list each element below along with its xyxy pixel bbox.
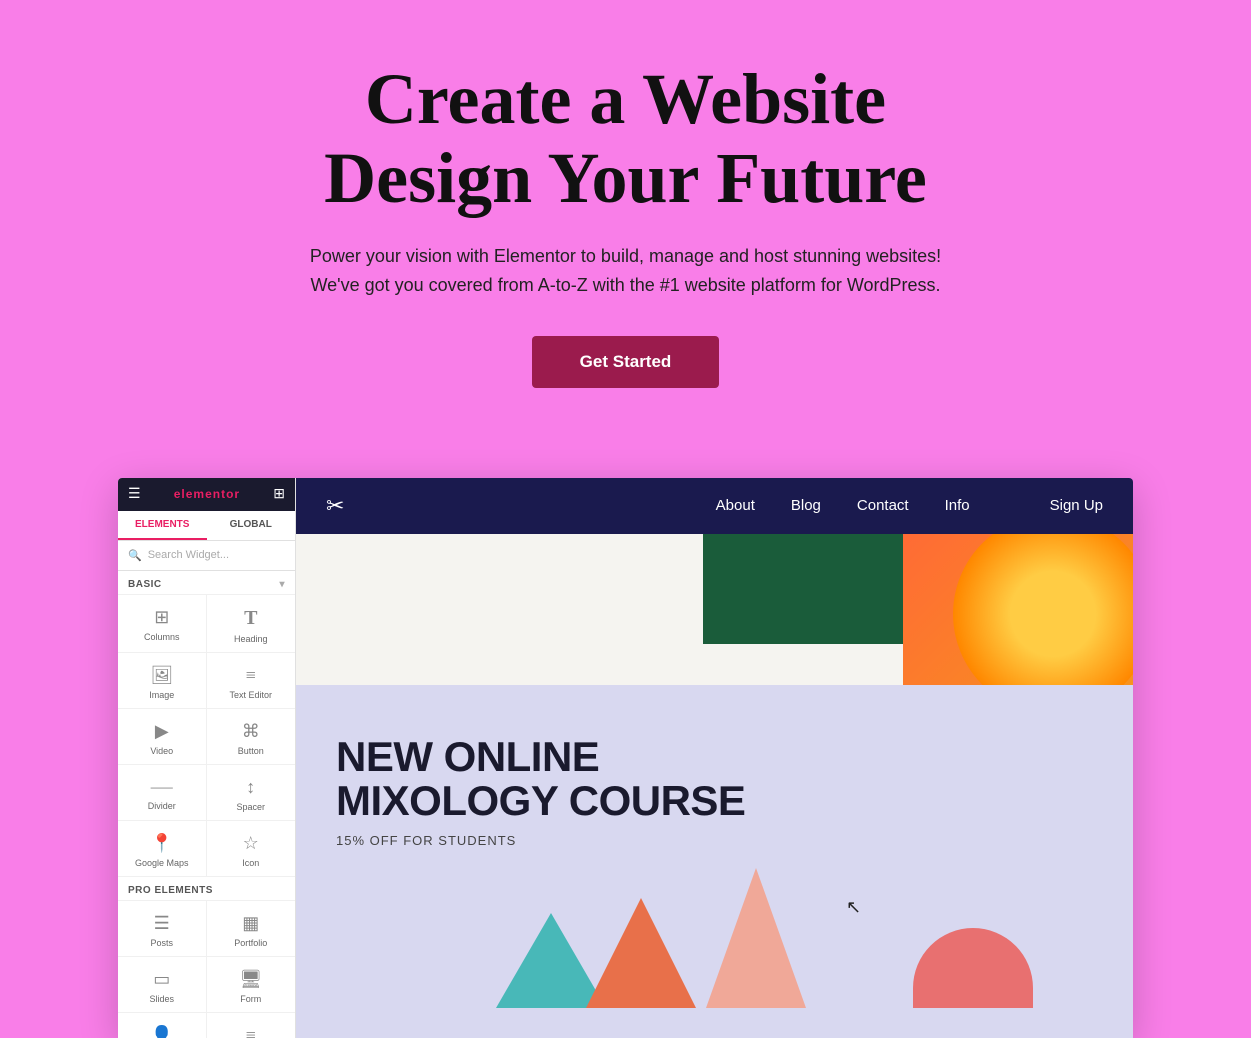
- editor-preview-wrapper: ☰ elementor ⊞ ELEMENTS GLOBAL 🔍 Search W…: [0, 478, 1251, 1038]
- widget-posts[interactable]: ☰ Posts: [118, 901, 207, 957]
- widget-button[interactable]: ⌘ Button: [207, 709, 296, 765]
- hero-title-line1: Create a Website: [365, 59, 886, 139]
- basic-section-label: BASIC ▾: [118, 571, 295, 595]
- widget-portfolio[interactable]: ▦ Portfolio: [207, 901, 296, 957]
- icon-icon: ☆: [243, 833, 259, 854]
- course-title-line2: MIXOLOGY COURSE: [336, 779, 1093, 823]
- columns-icon: ⊞: [154, 607, 169, 628]
- tab-global[interactable]: GLOBAL: [207, 511, 296, 540]
- widgets-grid: ⊞ Columns T Heading 🖼 Image ≡ Text Edito…: [118, 595, 295, 877]
- widget-spacer-label: Spacer: [236, 802, 265, 812]
- shape-teal: [496, 913, 606, 1008]
- shape-salmon: [706, 868, 806, 1008]
- hero-title-line2: Design Your Future: [324, 138, 927, 218]
- shapes-area: ↖: [336, 848, 1093, 1008]
- widget-button-label: Button: [238, 746, 264, 756]
- slides-icon: ▭: [153, 969, 170, 990]
- hero-orange-block: [903, 534, 1133, 685]
- widget-heading[interactable]: T Heading: [207, 595, 296, 653]
- nav-link-contact[interactable]: Contact: [857, 497, 909, 514]
- widget-columns[interactable]: ⊞ Columns: [118, 595, 207, 653]
- divider-icon: ⸺: [150, 777, 173, 797]
- hero-subtitle: Power your vision with Elementor to buil…: [276, 242, 976, 300]
- button-icon: ⌘: [242, 721, 260, 742]
- site-logo-icon: ✂: [326, 493, 344, 519]
- spacer-icon: ↕: [246, 777, 255, 798]
- widget-image[interactable]: 🖼 Image: [118, 653, 207, 709]
- hamburger-icon[interactable]: ☰: [128, 486, 141, 503]
- site-hero-area: [296, 534, 1133, 685]
- nav-link-blog[interactable]: Blog: [791, 497, 821, 514]
- widget-portfolio-label: Portfolio: [234, 938, 267, 948]
- course-title: NEW ONLINE MIXOLOGY COURSE: [336, 735, 1093, 823]
- grid-icon[interactable]: ⊞: [273, 486, 285, 503]
- hero-title: Create a Website Design Your Future: [20, 60, 1231, 218]
- widget-google-maps-label: Google Maps: [135, 858, 189, 868]
- portfolio-icon: ▦: [242, 913, 259, 934]
- widget-form-label: Form: [240, 994, 261, 1004]
- search-bar: 🔍 Search Widget...: [118, 541, 295, 571]
- search-icon: 🔍: [128, 549, 142, 562]
- widget-login[interactable]: 👤 Login: [118, 1013, 207, 1038]
- posts-icon: ☰: [154, 913, 170, 934]
- cursor-icon: ↖: [846, 897, 861, 918]
- nav-link-info[interactable]: Info: [945, 497, 970, 514]
- search-placeholder[interactable]: Search Widget...: [148, 549, 229, 561]
- site-nav-links: About Blog Contact Info: [716, 497, 970, 514]
- hero-green-block: [703, 534, 903, 644]
- pro-section-label: PRO ELEMENTS: [118, 877, 295, 901]
- elementor-logo: elementor: [174, 487, 240, 501]
- widget-icon[interactable]: ☆ Icon: [207, 821, 296, 877]
- widget-spacer[interactable]: ↕ Spacer: [207, 765, 296, 821]
- widget-video-label: Video: [150, 746, 173, 756]
- heading-icon: T: [244, 607, 257, 630]
- get-started-button[interactable]: Get Started: [532, 336, 720, 388]
- widget-posts-label: Posts: [150, 938, 173, 948]
- pro-widgets-grid: ☰ Posts ▦ Portfolio ▭ Slides 🖥 Form 👤: [118, 901, 295, 1038]
- shape-pink-mound: [913, 928, 1033, 1008]
- course-title-line1: NEW ONLINE: [336, 735, 1093, 779]
- nav-link-about[interactable]: About: [716, 497, 755, 514]
- nav-cta-signup[interactable]: Sign Up: [1050, 497, 1103, 514]
- widget-nav-menu[interactable]: ≡ Nav Menu: [207, 1013, 296, 1038]
- widget-divider-label: Divider: [148, 801, 176, 811]
- text-editor-icon: ≡: [246, 665, 256, 686]
- image-icon: 🖼: [150, 665, 173, 686]
- elementor-topbar: ☰ elementor ⊞: [118, 478, 295, 511]
- course-subtitle: 15% OFF FOR STUDENTS: [336, 833, 1093, 848]
- chevron-icon: ▾: [279, 579, 285, 590]
- site-navbar: ✂ About Blog Contact Info Sign Up: [296, 478, 1133, 534]
- widget-divider[interactable]: ⸺ Divider: [118, 765, 207, 821]
- widget-text-editor[interactable]: ≡ Text Editor: [207, 653, 296, 709]
- widget-image-label: Image: [149, 690, 174, 700]
- widget-slides-label: Slides: [149, 994, 174, 1004]
- widget-google-maps[interactable]: 📍 Google Maps: [118, 821, 207, 877]
- editor-preview: ☰ elementor ⊞ ELEMENTS GLOBAL 🔍 Search W…: [118, 478, 1133, 1038]
- widget-video[interactable]: ▶ Video: [118, 709, 207, 765]
- course-section: NEW ONLINE MIXOLOGY COURSE 15% OFF FOR S…: [296, 685, 1133, 1038]
- sidebar-tabs: ELEMENTS GLOBAL: [118, 511, 295, 541]
- video-icon: ▶: [155, 721, 169, 742]
- hero-right-area: [703, 534, 1133, 685]
- login-icon: 👤: [151, 1025, 173, 1038]
- widget-slides[interactable]: ▭ Slides: [118, 957, 207, 1013]
- elementor-sidebar: ☰ elementor ⊞ ELEMENTS GLOBAL 🔍 Search W…: [118, 478, 296, 1038]
- tab-elements[interactable]: ELEMENTS: [118, 511, 207, 540]
- nav-menu-icon: ≡: [246, 1025, 256, 1038]
- widget-text-editor-label: Text Editor: [229, 690, 272, 700]
- hero-left-area: [296, 534, 703, 685]
- widget-form[interactable]: 🖥 Form: [207, 957, 296, 1013]
- widget-columns-label: Columns: [144, 632, 180, 642]
- orange-circle: [953, 534, 1133, 685]
- widget-icon-label: Icon: [242, 858, 259, 868]
- widget-heading-label: Heading: [234, 634, 268, 644]
- google-maps-icon: 📍: [151, 833, 173, 854]
- hero-section: Create a Website Design Your Future Powe…: [0, 0, 1251, 478]
- website-preview: ✂ About Blog Contact Info Sign Up: [296, 478, 1133, 1038]
- form-icon: 🖥: [239, 969, 262, 990]
